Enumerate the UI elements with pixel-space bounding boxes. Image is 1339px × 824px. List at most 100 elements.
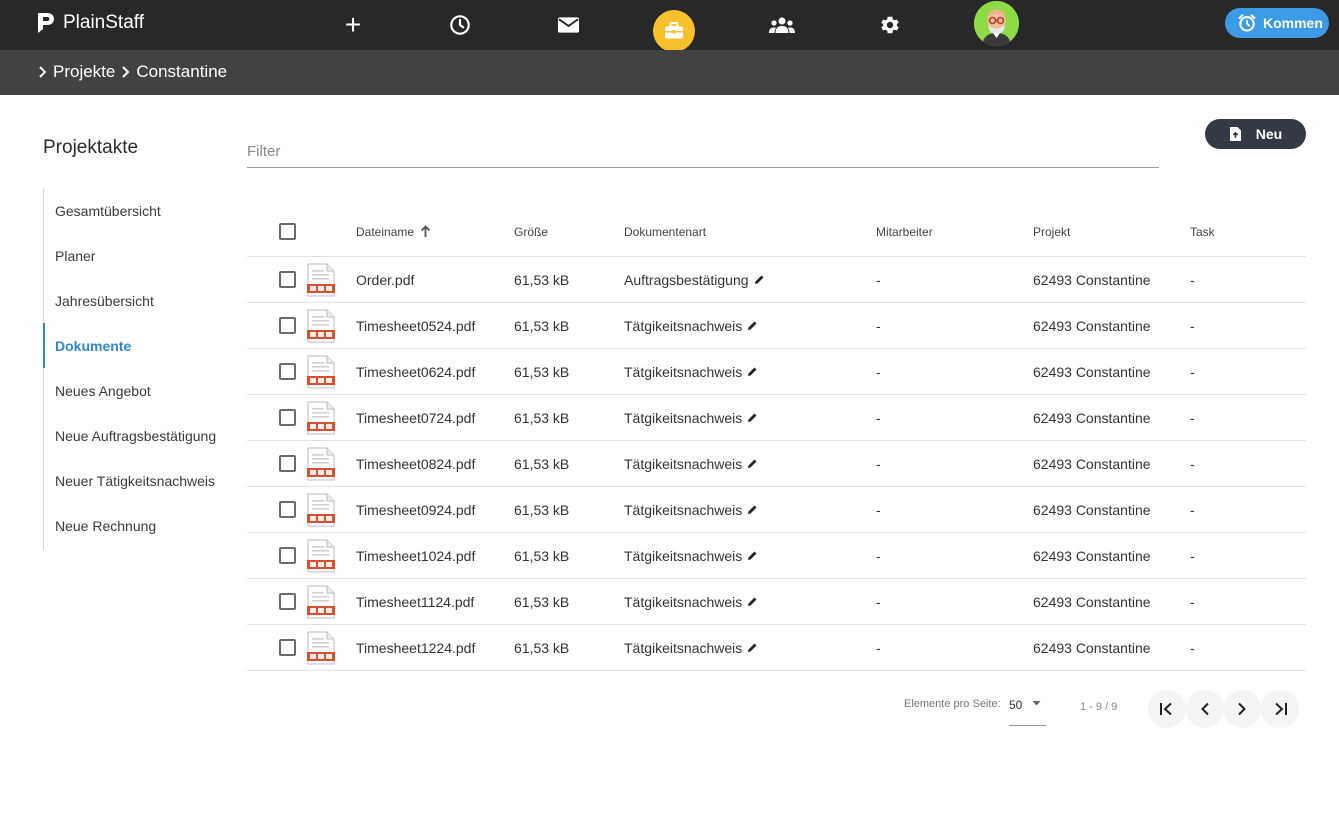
row-checkbox[interactable]: [279, 363, 296, 380]
employee: -: [876, 455, 881, 472]
row-checkbox[interactable]: [279, 547, 296, 564]
column-dateiname[interactable]: Dateiname: [356, 207, 431, 256]
team-icon[interactable]: [766, 9, 798, 41]
edit-pencil-icon[interactable]: [747, 366, 758, 377]
document-type: Tätgikeitsnachweis: [624, 533, 758, 578]
table-row[interactable]: Timesheet0524.pdf 61,53 kB Tätgikeitsnachw…: [247, 303, 1306, 349]
project: 62493 Constantine: [1033, 501, 1151, 518]
per-page-select[interactable]: 50: [1009, 692, 1046, 726]
document-type-label: Tätgikeitsnachweis: [624, 409, 743, 426]
edit-pencil-icon[interactable]: [747, 412, 758, 423]
breadcrumb-projekte[interactable]: Projekte: [53, 62, 115, 82]
document-type: Tätgikeitsnachweis: [624, 303, 758, 348]
table-row[interactable]: Timesheet1024.pdf 61,53 kB Tätgikeitsnachw…: [247, 533, 1306, 579]
filter-input[interactable]: [247, 135, 1159, 168]
chevron-right-icon: [122, 66, 130, 78]
breadcrumb-constantine[interactable]: Constantine: [136, 62, 227, 82]
user-avatar[interactable]: [974, 1, 1019, 46]
pdf-file-icon: [307, 441, 335, 486]
mail-icon[interactable]: [552, 9, 584, 41]
table-row[interactable]: Timesheet0824.pdf 61,53 kB Tätgikeitsnachw…: [247, 441, 1306, 487]
column-dokumentenart[interactable]: Dokumentenart: [624, 207, 706, 256]
edit-pencil-icon[interactable]: [747, 458, 758, 469]
sidebar-item-jahresuebersicht[interactable]: Jahresübersicht: [44, 278, 223, 323]
table-row[interactable]: Timesheet0924.pdf 61,53 kB Tätgikeitsnachw…: [247, 487, 1306, 533]
sidebar-item-neues-angebot[interactable]: Neues Angebot: [44, 368, 223, 413]
column-mitarbeiter[interactable]: Mitarbeiter: [876, 207, 933, 256]
clock-icon[interactable]: [444, 9, 476, 41]
row-checkbox[interactable]: [279, 501, 296, 518]
caret-down-icon: [1032, 701, 1041, 706]
row-checkbox[interactable]: [279, 593, 296, 610]
sidebar-item-neuer-taetigkeitsnachweis[interactable]: Neuer Tätigkeitsnachweis: [44, 458, 223, 503]
task: -: [1190, 501, 1195, 518]
row-checkbox[interactable]: [279, 271, 296, 288]
document-type-label: Tätgikeitsnachweis: [624, 639, 743, 656]
document-type-label: Auftragsbestätigung: [624, 271, 749, 288]
file-size: 61,53 kB: [514, 409, 570, 426]
briefcase-icon[interactable]: [653, 10, 695, 52]
row-checkbox[interactable]: [279, 639, 296, 656]
employee: -: [876, 593, 881, 610]
add-icon[interactable]: +: [337, 9, 369, 41]
table-row[interactable]: Timesheet1124.pdf 61,53 kB Tätgikeitsnachw…: [247, 579, 1306, 625]
row-checkbox[interactable]: [279, 317, 296, 334]
app-name: PlainStaff: [63, 12, 144, 33]
file-name[interactable]: Timesheet1224.pdf: [356, 625, 475, 670]
file-name[interactable]: Timesheet1024.pdf: [356, 533, 475, 578]
file-name[interactable]: Timesheet0524.pdf: [356, 303, 475, 348]
file-name[interactable]: Timesheet0924.pdf: [356, 487, 475, 532]
file-size: 61,53 kB: [514, 639, 570, 656]
app-logo[interactable]: PlainStaff: [35, 11, 144, 35]
file-size: 61,53 kB: [514, 363, 570, 380]
row-checkbox[interactable]: [279, 455, 296, 472]
pdf-file-icon: [307, 487, 335, 532]
file-name[interactable]: Timesheet0724.pdf: [356, 395, 475, 440]
sidebar-item-dokumente[interactable]: Dokumente: [43, 323, 223, 368]
document-type: Tätgikeitsnachweis: [624, 579, 758, 624]
alarm-clock-icon: [1238, 14, 1256, 32]
file-size: 61,53 kB: [514, 455, 570, 472]
employee: -: [876, 409, 881, 426]
plainstaff-logo-icon: [38, 13, 54, 33]
file-name[interactable]: Order.pdf: [356, 257, 414, 302]
table-row[interactable]: Timesheet1224.pdf 61,53 kB Tätgikeitsnachw…: [247, 625, 1306, 671]
column-projekt[interactable]: Projekt: [1033, 207, 1070, 256]
previous-page-button[interactable]: [1186, 690, 1224, 728]
pagination-range: 1 - 9 / 9: [1080, 701, 1118, 713]
last-page-button[interactable]: [1261, 690, 1299, 728]
new-document-button[interactable]: Neu: [1205, 119, 1306, 149]
edit-pencil-icon[interactable]: [747, 504, 758, 515]
file-name[interactable]: Timesheet0824.pdf: [356, 441, 475, 486]
documents-table: Dateiname Größe Dokumentenart Mitarbeite…: [247, 207, 1306, 671]
edit-pencil-icon[interactable]: [747, 642, 758, 653]
document-type: Tätgikeitsnachweis: [624, 625, 758, 670]
file-name[interactable]: Timesheet0624.pdf: [356, 349, 475, 394]
edit-pencil-icon[interactable]: [754, 274, 765, 285]
gear-icon[interactable]: [874, 9, 906, 41]
employee: -: [876, 547, 881, 564]
sidebar-item-planer[interactable]: Planer: [44, 233, 223, 278]
table-row[interactable]: Order.pdf 61,53 kB Auftragsbestätigung - 624…: [247, 257, 1306, 303]
column-groesse[interactable]: Größe: [514, 207, 548, 256]
first-page-button[interactable]: [1148, 690, 1186, 728]
table-row[interactable]: Timesheet0624.pdf 61,53 kB Tätgikeitsnachw…: [247, 349, 1306, 395]
edit-pencil-icon[interactable]: [747, 320, 758, 331]
edit-pencil-icon[interactable]: [747, 550, 758, 561]
sidebar-item-neue-rechnung[interactable]: Neue Rechnung: [44, 503, 223, 548]
sidebar-item-neue-auftragsbestaetigung[interactable]: Neue Auftragsbestätigung: [44, 413, 223, 458]
chevron-right-icon: [39, 66, 47, 78]
kommen-button[interactable]: Kommen: [1225, 8, 1329, 38]
document-type-label: Tätgikeitsnachweis: [624, 455, 743, 472]
table-row[interactable]: Timesheet0724.pdf 61,53 kB Tätgikeitsnachw…: [247, 395, 1306, 441]
document-type-label: Tätgikeitsnachweis: [624, 501, 743, 518]
column-task[interactable]: Task: [1190, 207, 1215, 256]
edit-pencil-icon[interactable]: [747, 596, 758, 607]
sort-ascending-icon: [420, 225, 431, 237]
file-name[interactable]: Timesheet1124.pdf: [356, 579, 474, 624]
project: 62493 Constantine: [1033, 639, 1151, 656]
row-checkbox[interactable]: [279, 409, 296, 426]
sidebar-item-gesamtuebersicht[interactable]: Gesamtübersicht: [44, 188, 223, 233]
next-page-button[interactable]: [1223, 690, 1261, 728]
select-all-checkbox[interactable]: [279, 223, 296, 240]
